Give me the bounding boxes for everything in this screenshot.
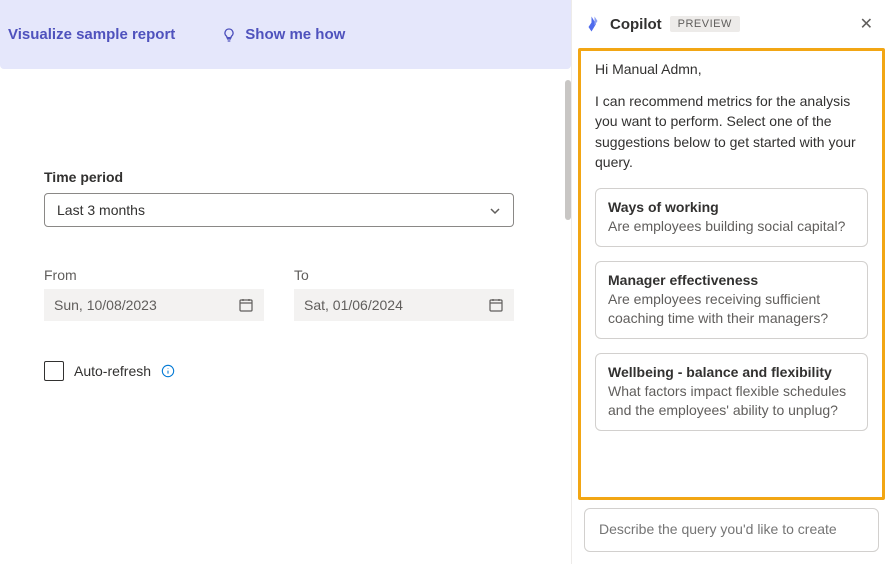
copilot-greeting: Hi Manual Admn, [595,61,868,77]
auto-refresh-row: Auto-refresh [44,361,527,381]
copilot-header: Copilot PREVIEW ✕ [572,0,891,48]
copilot-title: Copilot [610,16,662,33]
suggestion-desc: Are employees building social capital? [608,217,855,236]
from-label: From [44,267,264,283]
auto-refresh-label: Auto-refresh [74,363,151,379]
copilot-query-input[interactable] [599,521,864,537]
copilot-intro: I can recommend metrics for the analysis… [595,91,868,172]
suggestion-desc: What factors impact flexible schedules a… [608,382,855,420]
preview-badge: PREVIEW [670,16,740,32]
from-date-input[interactable]: Sun, 10/08/2023 [44,289,264,321]
suggestion-title: Ways of working [608,199,855,215]
to-date-value: Sat, 01/06/2024 [304,297,403,313]
from-column: From Sun, 10/08/2023 [44,267,264,321]
close-icon[interactable]: ✕ [854,10,879,38]
suggestion-desc: Are employees receiving sufficient coach… [608,290,855,328]
time-period-value: Last 3 months [57,202,145,218]
suggestion-title: Wellbeing - balance and flexibility [608,364,855,380]
suggestion-wellbeing[interactable]: Wellbeing - balance and flexibility What… [595,353,868,431]
copilot-highlight-frame: Hi Manual Admn, I can recommend metrics … [578,48,885,500]
visualize-label: Visualize sample report [8,26,175,43]
info-icon[interactable] [161,364,175,378]
from-date-value: Sun, 10/08/2023 [54,297,157,313]
calendar-icon [488,297,504,313]
suggestion-title: Manager effectiveness [608,272,855,288]
to-column: To Sat, 01/06/2024 [294,267,514,321]
calendar-icon [238,297,254,313]
to-label: To [294,267,514,283]
auto-refresh-checkbox[interactable] [44,361,64,381]
hero-bar: Visualize sample report Show me how [0,0,571,69]
suggestion-ways-of-working[interactable]: Ways of working Are employees building s… [595,188,868,247]
form-area: Time period Last 3 months From Sun, 10/0… [0,69,571,381]
date-row: From Sun, 10/08/2023 To Sat, 01/06/2024 [44,267,527,321]
to-date-input[interactable]: Sat, 01/06/2024 [294,289,514,321]
time-period-select[interactable]: Last 3 months [44,193,514,227]
main-panel: Visualize sample report Show me how Time… [0,0,571,564]
suggestion-manager-effectiveness[interactable]: Manager effectiveness Are employees rece… [595,261,868,339]
time-period-label: Time period [44,169,527,185]
show-me-how-link[interactable]: Show me how [221,26,345,43]
visualize-sample-report-link[interactable]: Visualize sample report [8,26,175,43]
show-me-label: Show me how [245,26,345,43]
chevron-down-icon [489,204,501,216]
lightbulb-icon [221,27,237,43]
copilot-input-wrap [584,508,879,552]
copilot-logo-icon [584,15,602,33]
copilot-panel: Copilot PREVIEW ✕ Hi Manual Admn, I can … [571,0,891,564]
